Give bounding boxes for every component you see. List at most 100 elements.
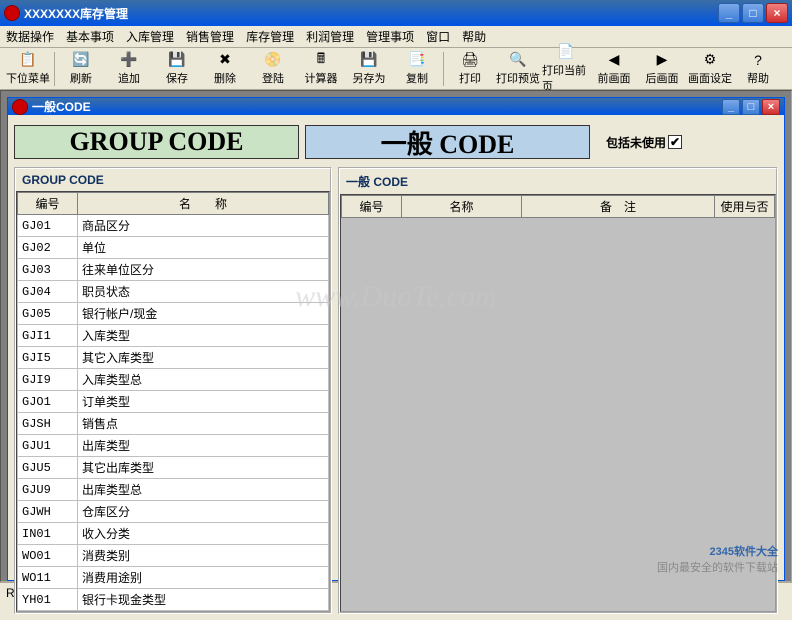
table-row[interactable]: GJO1订单类型 [18, 391, 329, 413]
table-row[interactable]: GJ04职员状态 [18, 281, 329, 303]
cell-code: GJI9 [18, 369, 78, 391]
toolbar-btn-15[interactable]: ? 帮助 [734, 49, 782, 89]
toolbar-icon: 🔍 [508, 52, 528, 68]
menu-sales[interactable]: 销售管理 [186, 28, 234, 45]
child-body: GROUP CODE 一般 CODE 包括未使用 ✔ GROUP CODE 编号… [8, 115, 784, 620]
menu-stock[interactable]: 库存管理 [246, 28, 294, 45]
col-code[interactable]: 编号 [18, 193, 78, 215]
toolbar-btn-6[interactable]: 🖩计算器 [297, 49, 345, 89]
toolbar-btn-11[interactable]: 📄打印当前页 [542, 49, 590, 89]
include-unused-checkbox[interactable]: ✔ [668, 135, 682, 149]
table-row[interactable]: GJU5其它出库类型 [18, 457, 329, 479]
table-row[interactable]: GJI9入库类型总 [18, 369, 329, 391]
cell-name: 订单类型 [78, 391, 329, 413]
cell-code: GJI5 [18, 347, 78, 369]
toolbar-btn-0[interactable]: 📋 下位菜单 [4, 49, 52, 89]
toolbar-btn-9[interactable]: 🖨打印 [446, 49, 494, 89]
menu-profit[interactable]: 利润管理 [306, 28, 354, 45]
toolbar-icon: 📄 [556, 44, 576, 60]
cell-name: 出库类型总 [78, 479, 329, 501]
col-r-note[interactable]: 备 注 [522, 196, 715, 218]
table-row[interactable]: YH01银行卡现金类型 [18, 589, 329, 611]
toolbar-btn-3[interactable]: 💾保存 [153, 49, 201, 89]
tab-general-code[interactable]: 一般 CODE [305, 125, 590, 159]
mdi-area: 一般CODE _ □ × GROUP CODE 一般 CODE 包括未使用 ✔ … [0, 90, 792, 582]
maximize-button[interactable]: □ [742, 3, 764, 23]
toolbar-label: 登陆 [262, 70, 284, 86]
cell-name: 单位 [78, 237, 329, 259]
table-row[interactable]: WO11消费用途别 [18, 567, 329, 589]
toolbar-btn-7[interactable]: 💾另存为 [345, 49, 393, 89]
toolbar-btn-4[interactable]: ✖删除 [201, 49, 249, 89]
toolbar-btn-13[interactable]: ▶后画面 [638, 49, 686, 89]
col-name[interactable]: 名 称 [78, 193, 329, 215]
tab-group-code[interactable]: GROUP CODE [14, 125, 299, 159]
cell-code: GJU5 [18, 457, 78, 479]
cell-name: 银行卡现金类型 [78, 589, 329, 611]
table-row[interactable]: GJWH仓库区分 [18, 501, 329, 523]
toolbar-icon: ▶ [652, 52, 672, 68]
cell-name: 消费用途别 [78, 567, 329, 589]
general-code-grid[interactable]: 编号 名称 备 注 使用与否 [340, 194, 776, 612]
cell-name: 收入分类 [78, 523, 329, 545]
cell-code: GJ01 [18, 215, 78, 237]
toolbar-icon: ➕ [119, 52, 139, 68]
toolbar-separator [54, 52, 55, 86]
menu-inbound[interactable]: 入库管理 [126, 28, 174, 45]
col-r-name[interactable]: 名称 [402, 196, 522, 218]
cell-code: GJU1 [18, 435, 78, 457]
toolbar-icon: ◀ [604, 52, 624, 68]
col-r-used[interactable]: 使用与否 [715, 196, 775, 218]
minimize-button[interactable]: _ [718, 3, 740, 23]
cell-code: GJWH [18, 501, 78, 523]
close-button[interactable]: × [766, 3, 788, 23]
table-row[interactable]: GJSH销售点 [18, 413, 329, 435]
general-code-panel-title: 一般 CODE [340, 169, 776, 194]
table-row[interactable]: GJI1入库类型 [18, 325, 329, 347]
toolbar-icon: 🔄 [71, 52, 91, 68]
toolbar-btn-10[interactable]: 🔍打印预览 [494, 49, 542, 89]
toolbar-icon: 📋 [18, 52, 38, 68]
toolbar-label: 打印当前页 [542, 62, 590, 94]
group-code-grid[interactable]: 编号 名 称 GJ01商品区分GJ02单位GJ03往来单位区分GJ04职员状态G… [16, 191, 330, 612]
cell-code: GJ05 [18, 303, 78, 325]
menu-window[interactable]: 窗口 [426, 28, 450, 45]
table-row[interactable]: GJ03往来单位区分 [18, 259, 329, 281]
toolbar-label: 下位菜单 [6, 70, 50, 86]
table-row[interactable]: GJU1出库类型 [18, 435, 329, 457]
menu-data-ops[interactable]: 数据操作 [6, 28, 54, 45]
toolbar-btn-5[interactable]: 📀登陆 [249, 49, 297, 89]
col-r-code[interactable]: 编号 [342, 196, 402, 218]
menu-help[interactable]: 帮助 [462, 28, 486, 45]
toolbar-btn-14[interactable]: ⚙画面设定 [686, 49, 734, 89]
toolbar-btn-1[interactable]: 🔄刷新 [57, 49, 105, 89]
child-maximize-button[interactable]: □ [742, 99, 760, 115]
table-row[interactable]: GJU9出库类型总 [18, 479, 329, 501]
cell-code: GJ03 [18, 259, 78, 281]
cell-code: GJU9 [18, 479, 78, 501]
toolbar-btn-8[interactable]: 📑复制 [393, 49, 441, 89]
toolbar-label: 前画面 [598, 70, 631, 86]
cell-code: WO11 [18, 567, 78, 589]
toolbar-label: 帮助 [747, 70, 769, 86]
table-row[interactable]: GJ05银行帐户/现金 [18, 303, 329, 325]
child-close-button[interactable]: × [762, 99, 780, 115]
table-row[interactable]: GJ01商品区分 [18, 215, 329, 237]
toolbar-btn-12[interactable]: ◀ 前画面 [590, 49, 638, 89]
cell-name: 银行帐户/现金 [78, 303, 329, 325]
table-row[interactable]: GJI5其它入库类型 [18, 347, 329, 369]
group-code-panel-title: GROUP CODE [16, 169, 330, 191]
toolbar-separator [443, 52, 444, 86]
toolbar-btn-2[interactable]: ➕追加 [105, 49, 153, 89]
table-row[interactable]: GJ02单位 [18, 237, 329, 259]
toolbar-icon: ? [748, 52, 768, 68]
table-row[interactable]: WO01消费类别 [18, 545, 329, 567]
menu-basics[interactable]: 基本事项 [66, 28, 114, 45]
child-minimize-button[interactable]: _ [722, 99, 740, 115]
cell-code: GJO1 [18, 391, 78, 413]
table-row[interactable]: IN01收入分类 [18, 523, 329, 545]
cell-code: YH01 [18, 589, 78, 611]
menubar: 数据操作 基本事项 入库管理 销售管理 库存管理 利润管理 管理事项 窗口 帮助 [0, 26, 792, 48]
menu-admin[interactable]: 管理事项 [366, 28, 414, 45]
child-window: 一般CODE _ □ × GROUP CODE 一般 CODE 包括未使用 ✔ … [7, 97, 785, 581]
